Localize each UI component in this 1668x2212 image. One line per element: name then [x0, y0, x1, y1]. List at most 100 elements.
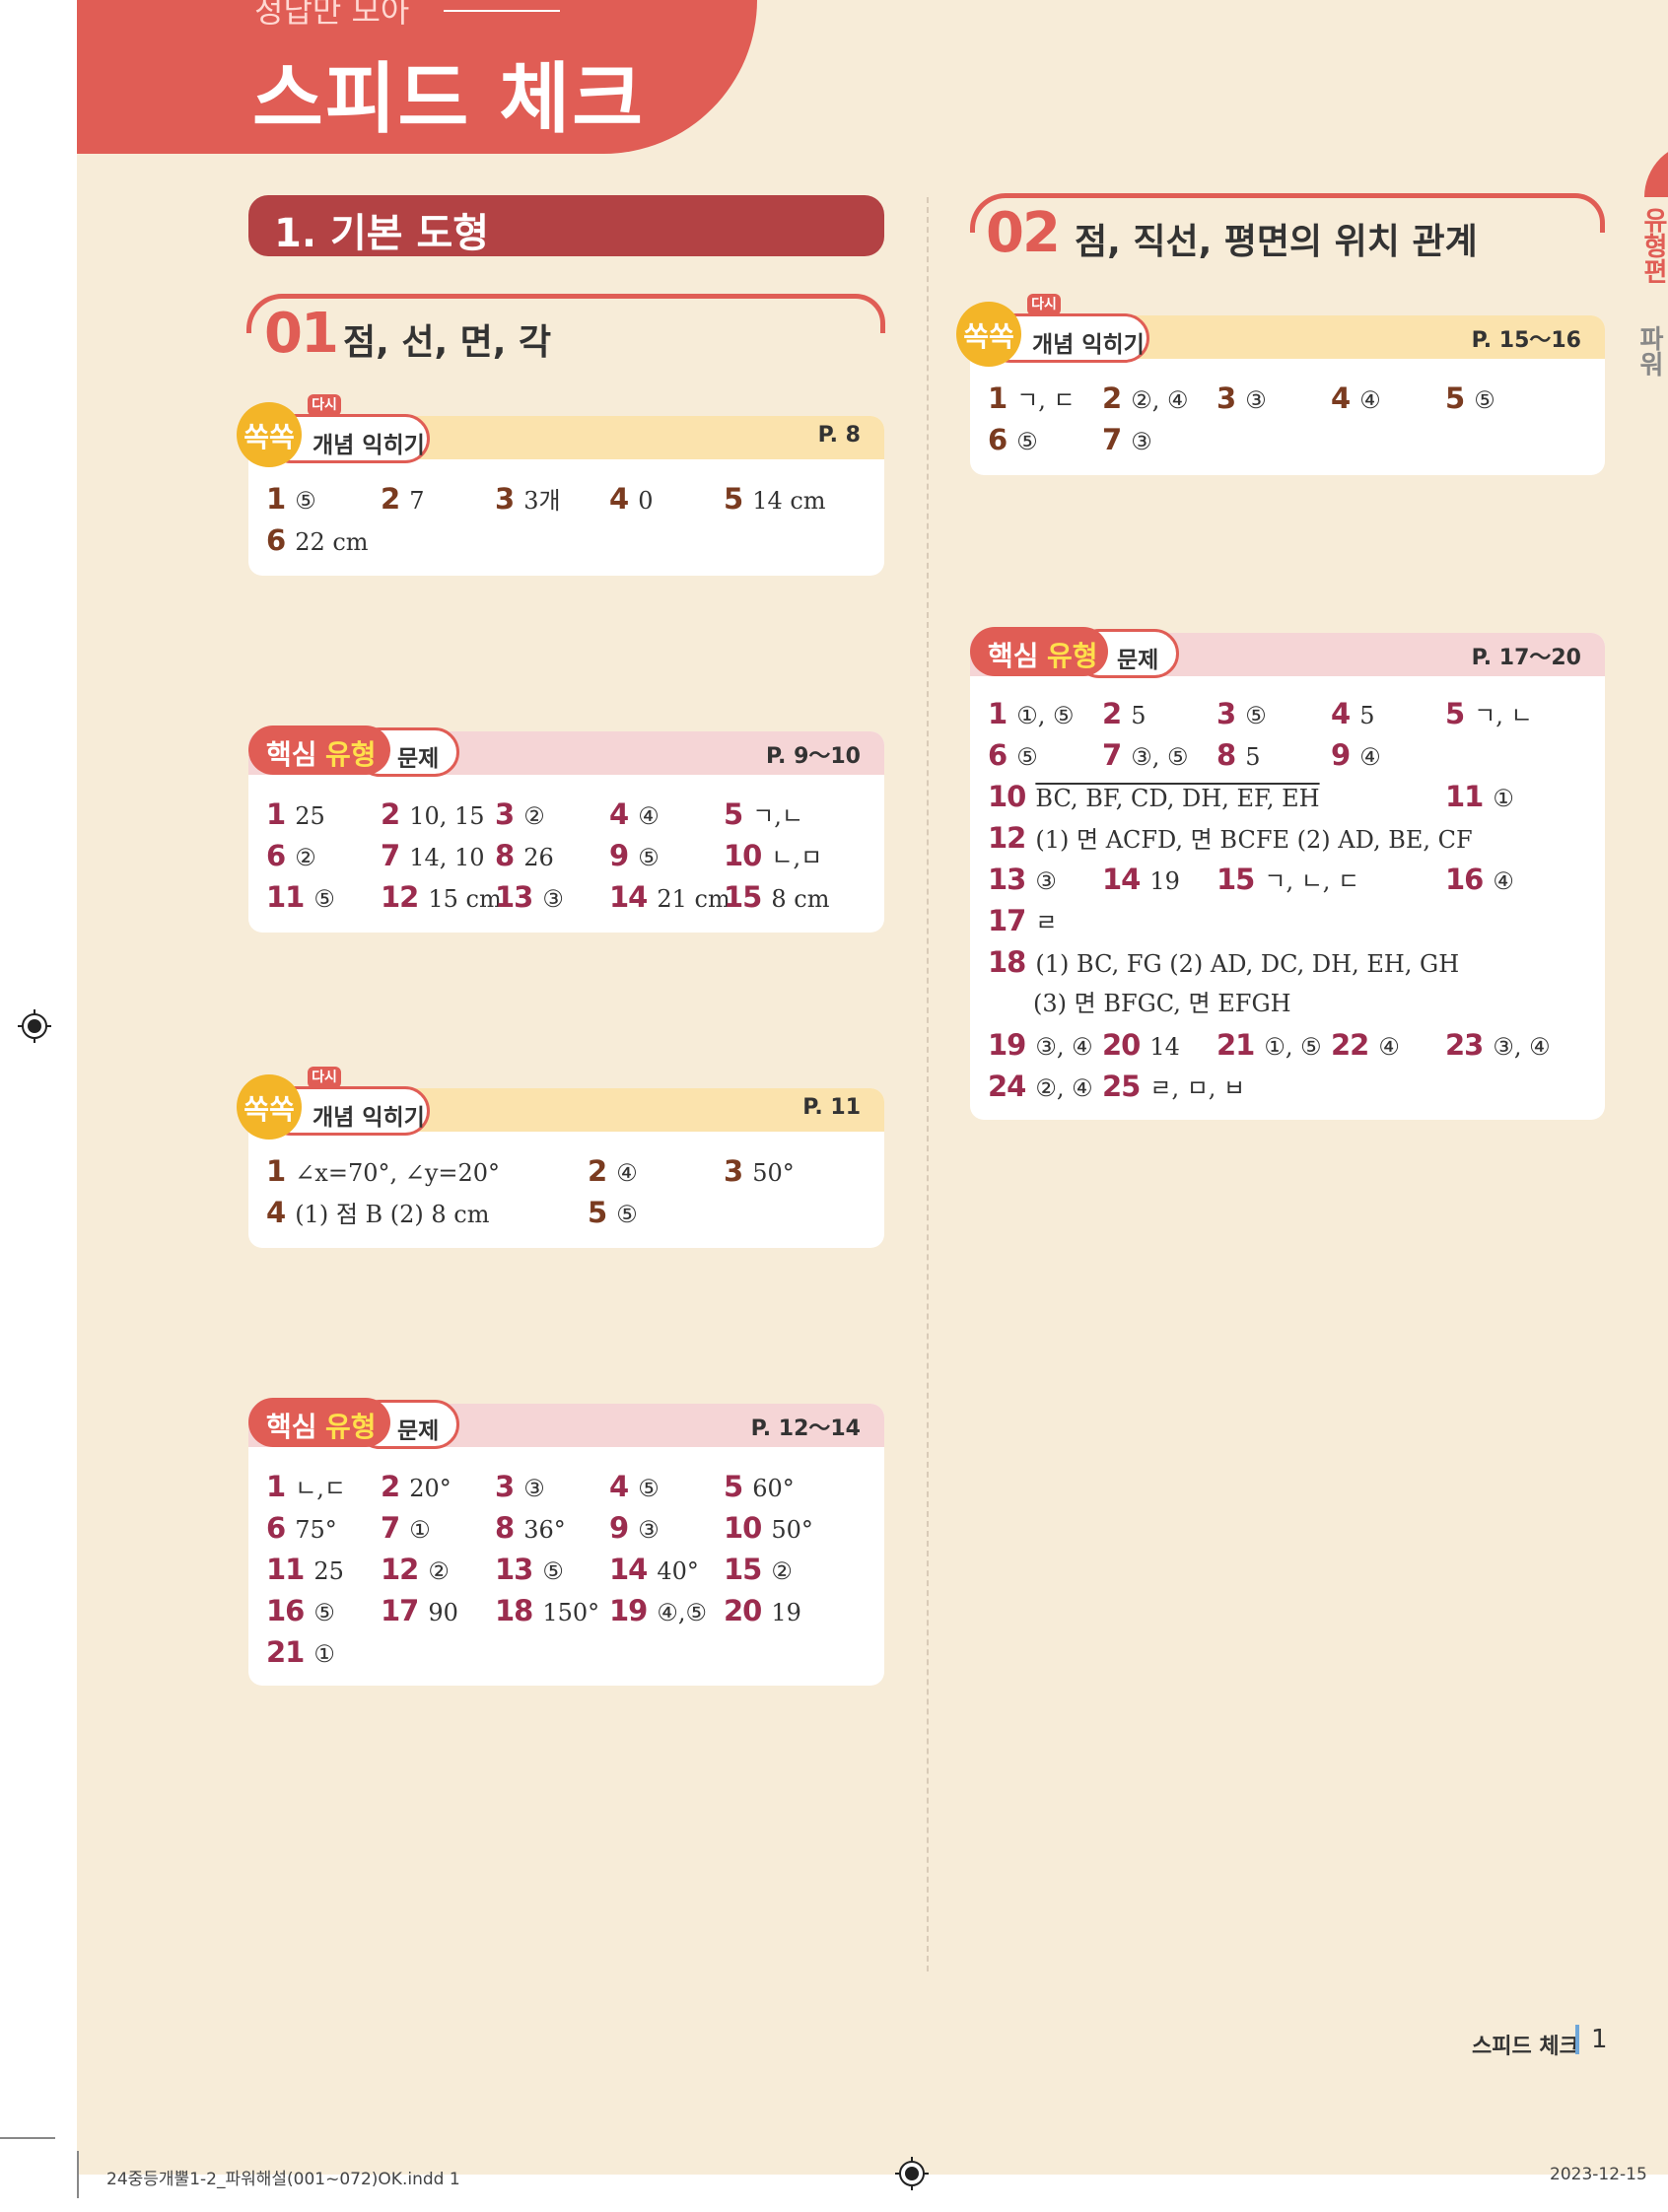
question-number: 15: [1216, 863, 1255, 896]
answer-item: 3③: [1216, 382, 1267, 416]
answer-text: ④: [1493, 867, 1514, 895]
answer-text: ④: [638, 802, 660, 830]
question-number: 11: [266, 880, 305, 914]
question-number: 2: [381, 1470, 400, 1503]
page-number: 1: [1591, 2025, 1608, 2054]
page-reference: P. 12～14: [750, 1417, 861, 1441]
answer-text: ①: [313, 1640, 335, 1668]
question-number: 1: [266, 1470, 286, 1503]
question-number: 11: [1445, 780, 1484, 813]
answer-text: 75°: [295, 1516, 337, 1544]
question-number: 2: [1102, 381, 1122, 415]
page-reference: P. 9～10: [765, 744, 861, 769]
answer-text: ②, ④: [1131, 386, 1189, 414]
answer-item: 13 ③: [988, 864, 1057, 897]
answer-text: ②: [295, 844, 316, 871]
question-number: 6: [988, 738, 1008, 772]
answer-text: 150°: [542, 1599, 600, 1626]
answer-text: ④: [616, 1159, 638, 1187]
answer-text: 8 cm: [771, 885, 830, 913]
answer-text: ③, ⑤: [1131, 743, 1189, 771]
question-number: 21: [1216, 1028, 1255, 1062]
answer-item: 3⑤: [1216, 698, 1267, 731]
section-title: 점, 직선, 평면의 위치 관계: [1075, 222, 1478, 262]
answer-item: 45: [1331, 698, 1374, 731]
question-number: 23: [1445, 1028, 1484, 1062]
answer-item: 7①: [381, 1512, 431, 1546]
question-number: 11: [266, 1553, 305, 1586]
question-number: 24: [988, 1070, 1026, 1103]
question-number: 8: [1216, 738, 1236, 772]
answer-text: ㄱ, ㄷ: [1016, 386, 1076, 414]
answer-text: ③, ④: [1493, 1033, 1551, 1061]
type-label: 유형: [325, 1411, 377, 1443]
again-tag: 다시: [308, 1067, 341, 1088]
answer-item: 12 (1) 면 ACFD, 면 BCFE (2) AD, BE, CF: [988, 822, 1473, 856]
answer-item: 11 ①: [1445, 781, 1514, 814]
answer-text: ③: [1035, 867, 1057, 895]
question-number: 19: [609, 1594, 648, 1627]
answer-text: 7: [409, 487, 425, 515]
answer-text: 15 cm: [428, 885, 502, 913]
answer-text: 0: [638, 487, 654, 515]
ssok-label: 쏙쏙: [243, 421, 295, 453]
answer-item: 2④: [588, 1155, 638, 1189]
answer-item: 9③: [609, 1512, 660, 1546]
question-number: 18: [495, 1594, 533, 1627]
question-number: 2: [588, 1154, 607, 1188]
question-number: 6: [266, 1511, 286, 1545]
answer-item: 14 19: [1102, 864, 1180, 897]
answer-item: 85: [1216, 739, 1260, 773]
question-number: 7: [381, 1511, 400, 1545]
answer-item: 9⑤: [609, 840, 660, 873]
answer-item: 3 50°: [724, 1155, 795, 1189]
answer-item: 2 ②, ④: [1102, 382, 1188, 416]
answer-item: 14 40°: [609, 1554, 699, 1587]
answer-text: ㄱ, ㄴ: [1474, 702, 1533, 729]
question-number: 17: [381, 1594, 419, 1627]
section-number: 01: [264, 302, 339, 366]
answer-text: 14, 10: [409, 844, 485, 871]
answer-item: 16 ⑤: [266, 1595, 335, 1628]
question-number: 5: [724, 482, 743, 516]
answer-item: 3 3개: [495, 483, 561, 517]
question-number: 12: [381, 1553, 419, 1586]
answer-item: 5⑤: [1445, 382, 1495, 416]
question-number: 12: [988, 821, 1026, 855]
question-number: 18: [988, 945, 1026, 979]
question-number: 10: [724, 839, 762, 872]
again-tag: 다시: [308, 394, 341, 416]
header-rule: [444, 10, 560, 12]
answer-item: 6 75°: [266, 1512, 337, 1546]
question-number: 7: [1102, 423, 1122, 456]
answer-text: ⑤: [1016, 428, 1038, 455]
question-number: 4: [1331, 697, 1351, 730]
question-number: 6: [266, 523, 286, 557]
question-number: 3: [495, 1470, 515, 1503]
answer-text: ⑤: [616, 1201, 638, 1228]
chapter-title: 1. 기본 도형: [274, 211, 490, 256]
answer-item: 21 ①: [266, 1636, 335, 1670]
question-number: 14: [609, 880, 648, 914]
answer-text: ㄴ,ㄷ: [295, 1475, 346, 1502]
question-number: 16: [266, 1594, 305, 1627]
page-reference: P. 8: [817, 423, 861, 448]
answer-text: ③, ④: [1035, 1033, 1093, 1061]
answer-item: 9④: [1331, 739, 1381, 773]
header-subtitle: 정답만 모아: [254, 0, 410, 30]
ssok-badge: 쏙쏙: [956, 302, 1021, 367]
answer-text: ㄹ, ㅁ, ㅂ: [1149, 1074, 1246, 1102]
question-number: 17: [988, 904, 1026, 937]
question-number: 13: [495, 1553, 533, 1586]
answer-item: 8 36°: [495, 1512, 566, 1546]
question-number: 1: [266, 482, 286, 516]
answer-item: 10 BC, BF, CD, DH, EF, EH: [988, 781, 1320, 814]
question-number: 5: [724, 797, 743, 831]
question-number: 10: [724, 1511, 762, 1545]
answer-text: ③: [638, 1516, 660, 1544]
question-number: 1: [988, 697, 1008, 730]
question-number: 5: [1445, 697, 1465, 730]
answer-text: 50°: [752, 1159, 795, 1187]
question-number: 6: [988, 423, 1008, 456]
trim-mark: [77, 2151, 79, 2198]
